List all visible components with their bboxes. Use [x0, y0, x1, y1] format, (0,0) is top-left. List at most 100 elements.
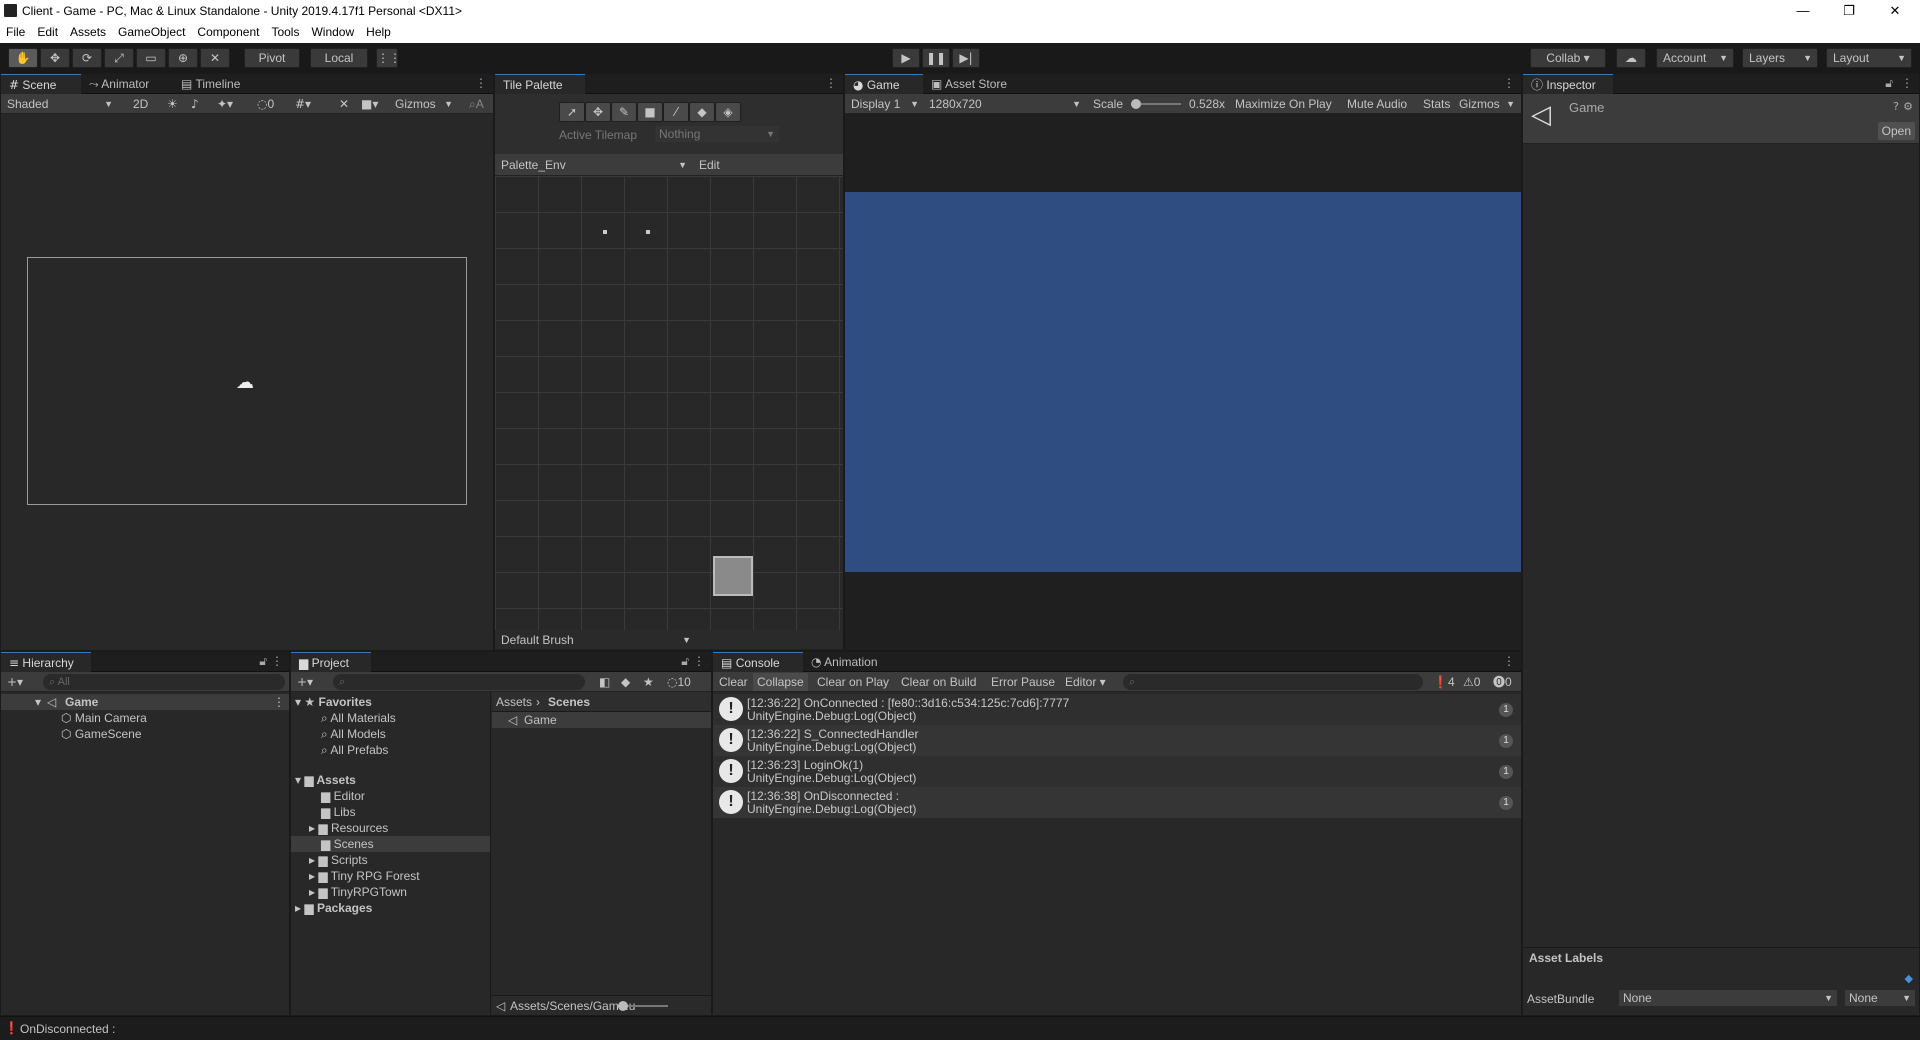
box-fill-icon[interactable]: ■: [637, 102, 663, 122]
hierarchy-item[interactable]: ⬡ GameScene: [61, 726, 142, 742]
pivot-toggle[interactable]: Pivot: [244, 48, 300, 68]
error-filter-toggle[interactable]: ⓿0: [1489, 674, 1519, 690]
open-button[interactable]: Open: [1877, 122, 1915, 140]
gizmos-dropdown[interactable]: Gizmos ▼: [391, 96, 457, 112]
collab-button[interactable]: Collab ▾: [1530, 48, 1606, 68]
clear-button[interactable]: Clear: [715, 673, 752, 691]
file-row[interactable]: ◁ Game: [492, 712, 711, 728]
favorite-star-icon[interactable]: ★: [639, 674, 657, 690]
palette-tile[interactable]: [646, 230, 650, 234]
display-dropdown[interactable]: Display 1 ▼: [847, 96, 923, 112]
grid-snap-icon[interactable]: ⋮⋮: [376, 48, 401, 68]
step-icon[interactable]: ▶|: [952, 48, 980, 68]
log-entry[interactable]: ! [12:36:22] OnConnected : [fe80::3d16:c…: [713, 694, 1521, 725]
kebab-menu-icon[interactable]: ⋮: [1503, 76, 1515, 90]
log-entry[interactable]: ! [12:36:22] S_ConnectedHandler UnityEng…: [713, 725, 1521, 756]
lock-icon[interactable]: 🔓︎: [681, 654, 689, 669]
kebab-menu-icon[interactable]: ⋮: [825, 76, 837, 90]
folder-item[interactable]: ▆ Scenes: [321, 836, 374, 852]
add-icon[interactable]: +▾: [3, 674, 33, 690]
warning-filter-toggle[interactable]: ⚠0: [1459, 674, 1489, 690]
stats-toggle[interactable]: Stats: [1419, 96, 1455, 112]
menu-help[interactable]: Help: [360, 22, 397, 43]
favorite-item[interactable]: ⌕ All Models: [321, 726, 386, 742]
project-hidden-toggle[interactable]: ◌10: [663, 674, 707, 690]
camera-icon[interactable]: ■▾: [357, 96, 387, 112]
menu-file[interactable]: File: [0, 22, 31, 43]
lock-icon[interactable]: 🔓︎: [259, 654, 267, 669]
transform-tool-icon[interactable]: ⊕: [168, 48, 198, 68]
tab-console[interactable]: ▤ Console: [713, 652, 803, 672]
folder-item[interactable]: ▆ Libs: [321, 804, 356, 820]
custom-tool-icon[interactable]: ✕: [200, 48, 230, 68]
hierarchy-item[interactable]: ⬡ Main Camera: [61, 710, 147, 726]
select-tool-icon[interactable]: ➚: [559, 102, 585, 122]
tools-icon[interactable]: ✕: [335, 96, 353, 112]
light-icon[interactable]: ☀: [163, 96, 181, 112]
tag-icon[interactable]: ◆: [1905, 972, 1913, 985]
tab-tile-palette[interactable]: Tile Palette: [495, 74, 585, 94]
kebab-menu-icon[interactable]: ⋮: [273, 694, 285, 710]
menu-assets[interactable]: Assets: [64, 22, 112, 43]
tab-hierarchy[interactable]: ≡ Hierarchy: [1, 652, 91, 672]
hierarchy-search-input[interactable]: ⌕ All: [43, 674, 285, 690]
hidden-objects-toggle[interactable]: ◌0: [253, 96, 287, 112]
paint-tool-icon[interactable]: ✎: [611, 102, 637, 122]
palette-tile[interactable]: [713, 556, 753, 596]
account-dropdown[interactable]: Account ▼: [1656, 48, 1734, 68]
move-tool-icon[interactable]: ✥: [585, 102, 611, 122]
brush-dropdown[interactable]: Default Brush ▼: [497, 632, 695, 648]
kebab-menu-icon[interactable]: ⋮: [1503, 654, 1515, 668]
menu-tools[interactable]: Tools: [265, 22, 305, 43]
palette-grid[interactable]: [495, 176, 843, 630]
tab-timeline[interactable]: ▤ Timeline: [173, 74, 263, 94]
clear-on-play-button[interactable]: Clear on Play: [813, 673, 894, 691]
play-icon[interactable]: ▶: [892, 48, 920, 68]
filter-type-icon[interactable]: ◧: [595, 674, 613, 690]
scene-search[interactable]: ⌕A: [465, 96, 495, 112]
kebab-menu-icon[interactable]: ⋮: [693, 654, 705, 668]
hand-tool-icon[interactable]: ✋: [8, 48, 38, 68]
mute-audio-toggle[interactable]: Mute Audio: [1343, 96, 1419, 112]
favorite-item[interactable]: ⌕ All Materials: [321, 710, 396, 726]
help-icon[interactable]: ?: [1893, 100, 1899, 113]
expand-arrow-icon[interactable]: ▾: [35, 694, 41, 710]
favorites-node[interactable]: ▾ ★ Favorites: [295, 694, 372, 710]
hierarchy-scene-row[interactable]: ▾ ◁ Game ⋮: [1, 694, 289, 710]
settings-gear-icon[interactable]: ⚙: [1903, 100, 1913, 113]
assets-node[interactable]: ▾ ▆ Assets: [295, 772, 356, 788]
collapse-button[interactable]: Collapse: [753, 673, 808, 691]
clear-on-build-button[interactable]: Clear on Build: [897, 673, 981, 691]
close-button[interactable]: ✕: [1872, 0, 1918, 22]
tab-project[interactable]: ▆ Project: [291, 652, 371, 672]
resolution-dropdown[interactable]: 1280x720 ▼: [925, 96, 1085, 112]
add-icon[interactable]: +▾: [293, 674, 323, 690]
palette-dropdown[interactable]: Palette_Env ▼: [497, 157, 691, 173]
kebab-menu-icon[interactable]: ⋮: [475, 76, 487, 90]
game-gizmos-dropdown[interactable]: Gizmos ▼: [1455, 96, 1519, 112]
tab-scene[interactable]: # Scene: [1, 74, 81, 94]
console-search-input[interactable]: ⌕: [1123, 674, 1423, 690]
game-viewport[interactable]: [845, 192, 1521, 572]
project-search-input[interactable]: ⌕: [333, 674, 585, 690]
fill-tool-icon[interactable]: ◈: [715, 102, 741, 122]
cloud-icon[interactable]: ☁: [1616, 48, 1646, 68]
local-toggle[interactable]: Local: [310, 48, 368, 68]
menu-gameobject[interactable]: GameObject: [112, 22, 191, 43]
active-tilemap-dropdown[interactable]: Nothing ▼: [655, 126, 779, 142]
favorite-item[interactable]: ⌕ All Prefabs: [321, 742, 388, 758]
minimize-button[interactable]: —: [1780, 0, 1826, 22]
pick-tool-icon[interactable]: ⁄: [663, 102, 689, 122]
layout-dropdown[interactable]: Layout ▼: [1826, 48, 1912, 68]
palette-tile[interactable]: [603, 230, 607, 234]
folder-item[interactable]: ▸ ▆ Tiny RPG Forest: [309, 868, 420, 884]
error-pause-button[interactable]: Error Pause: [987, 673, 1060, 691]
tab-game[interactable]: ◕ Game: [845, 74, 923, 94]
scale-slider-handle[interactable]: [1131, 99, 1141, 109]
shading-dropdown[interactable]: Shaded ▼: [3, 96, 117, 112]
folder-item[interactable]: ▸ ▆ Resources: [309, 820, 388, 836]
maximize-on-play-toggle[interactable]: Maximize On Play: [1231, 96, 1343, 112]
tab-animator[interactable]: ⤳ Animator: [81, 74, 173, 94]
folder-item[interactable]: ▸ ▆ TinyRPGTown: [309, 884, 407, 900]
grid-toggle-icon[interactable]: #▾: [291, 96, 327, 112]
